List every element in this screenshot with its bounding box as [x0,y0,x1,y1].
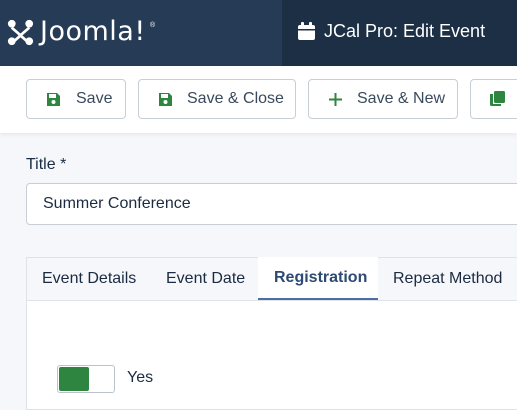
toggle-fill [59,367,89,391]
app-header: Joomla! ® JCal Pro: Edit Event [0,0,517,66]
plus-icon [329,93,342,106]
tab-label: Repeat Method [393,270,503,287]
save-icon [47,93,60,106]
save-new-label: Save & New [357,90,446,107]
calendar-icon [298,22,315,40]
save-button[interactable]: Save [26,79,126,119]
logo-registered-mark: ® [150,22,156,29]
save-close-label: Save & Close [187,90,284,107]
toggle-label: Yes [127,369,154,386]
tab-event-date[interactable]: Event Date [150,257,258,301]
registration-panel [26,300,517,410]
tab-label: Event Details [42,270,137,287]
tab-label: Event Date [166,270,246,287]
save-new-button[interactable]: Save & New [308,79,458,119]
save-label: Save [76,90,113,107]
page-title: JCal Pro: Edit Event [324,21,486,41]
logo-text: Joomla! [40,16,146,47]
save-icon [159,93,172,106]
joomla-logo-icon [7,19,34,46]
title-input[interactable] [26,183,517,225]
logo[interactable]: Joomla! ® [0,0,282,66]
tab-registration[interactable]: Registration [258,257,378,301]
tab-event-details[interactable]: Event Details [26,257,150,301]
title-label: Title * [26,156,67,173]
save-as-copy-button[interactable] [470,79,517,119]
save-close-button[interactable]: Save & Close [138,79,296,119]
tab-label: Registration [274,268,368,286]
copy-icon [490,91,505,106]
registration-toggle[interactable] [57,365,115,393]
tab-repeat-method[interactable]: Repeat Method [378,257,517,301]
